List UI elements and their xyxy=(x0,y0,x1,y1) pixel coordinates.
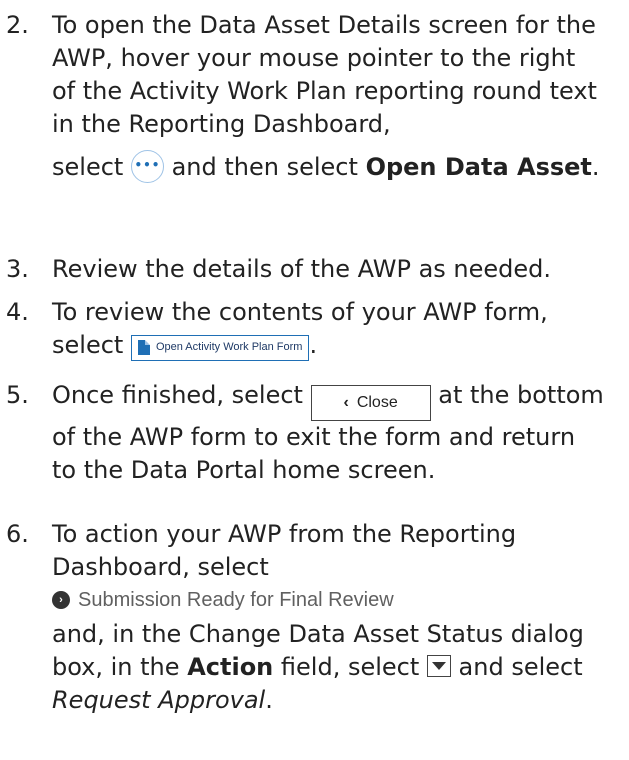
emphasis-text: Action xyxy=(187,653,274,681)
chevron-left-icon: ‹ xyxy=(343,394,349,411)
open-activity-work-plan-form-button[interactable]: Open Activity Work Plan Form xyxy=(130,334,310,361)
more-options-button[interactable]: ••• xyxy=(130,150,164,183)
step-2: 2. To open the Data Asset Details screen… xyxy=(6,9,606,184)
step-number: 4. xyxy=(6,298,29,326)
step-4: 4. To review the contents of your AWP fo… xyxy=(6,296,606,362)
step-6: 6. To action your AWP from the Reporting… xyxy=(6,518,606,717)
step-number: 5. xyxy=(6,381,29,409)
step-text: and then select xyxy=(171,153,358,181)
emphasis-text: Request Approval xyxy=(52,686,266,714)
chevron-down-icon xyxy=(431,662,446,670)
action-dropdown-button[interactable] xyxy=(426,655,451,677)
step-text: select xyxy=(52,331,124,359)
step-number: 6. xyxy=(6,520,29,548)
step-text: To action your AWP from the Reporting Da… xyxy=(52,520,517,581)
step-number: 2. xyxy=(6,11,29,39)
punctuation: . xyxy=(309,331,318,359)
step-text: Once finished, select xyxy=(52,381,303,409)
step-line: select ••• and then select Open Data Ass… xyxy=(52,150,606,184)
submission-status-link[interactable]: › Submission Ready for Final Review xyxy=(52,586,606,614)
step-text: To review the contents of your AWP form, xyxy=(52,298,548,326)
step-number: 3. xyxy=(6,255,29,283)
step-text: and select xyxy=(458,653,583,681)
circle-chevron-right-icon: › xyxy=(52,591,70,609)
close-button[interactable]: ‹ Close xyxy=(310,385,431,421)
instruction-document: 2. To open the Data Asset Details screen… xyxy=(0,0,629,760)
emphasis-text: Open Data Asset xyxy=(365,153,592,181)
step-line: and, in the Change Data Asset Status dia… xyxy=(52,618,606,717)
step-line: select Open Activity Work Plan Form . xyxy=(52,329,606,362)
step-text: select xyxy=(52,153,124,181)
step-text: To open the Data Asset Details screen fo… xyxy=(52,11,597,138)
document-icon xyxy=(137,340,150,355)
punctuation: . xyxy=(265,686,273,714)
button-label: Close xyxy=(356,394,398,411)
step-3: 3. Review the details of the AWP as need… xyxy=(6,253,606,286)
ellipsis-icon: ••• xyxy=(134,158,161,172)
step-text: Review the details of the AWP as needed. xyxy=(52,255,552,283)
button-label: Open Activity Work Plan Form xyxy=(155,341,303,353)
step-text: field, select xyxy=(280,653,420,681)
status-label: Submission Ready for Final Review xyxy=(78,589,394,611)
punctuation: . xyxy=(591,153,600,181)
step-5: 5. Once finished, select ‹ Close at the … xyxy=(6,379,606,487)
